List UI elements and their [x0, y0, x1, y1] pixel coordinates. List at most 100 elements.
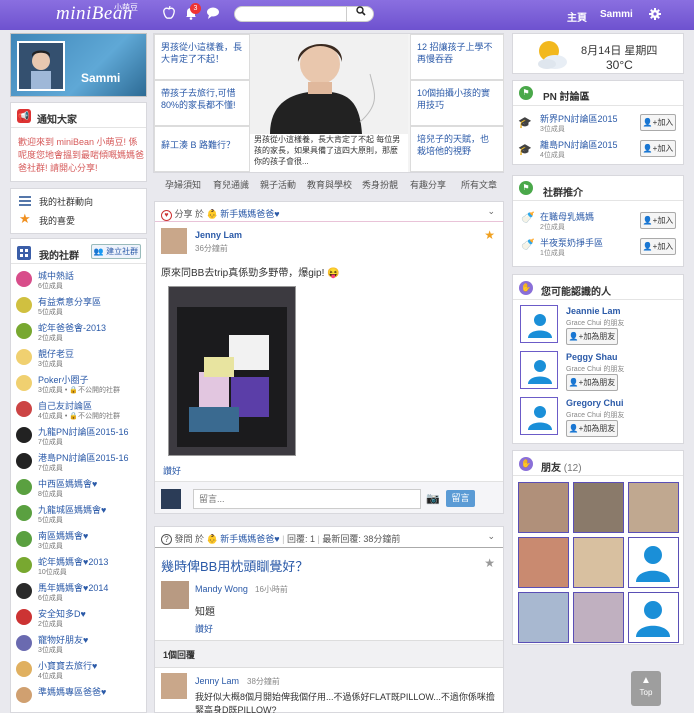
post-card: ♥ 分享 於 👶 新手媽媽爸爸♥ ⌄ Jenny Lam 36分鐘前 ★ 原來同…: [154, 201, 504, 514]
baby-icon: 👶: [206, 534, 218, 544]
chat-bubble-icon[interactable]: [204, 6, 222, 24]
friend-avatar[interactable]: [518, 537, 569, 588]
favorite-star-icon[interactable]: ★: [484, 557, 495, 569]
tab-fun[interactable]: 有趣分享: [410, 178, 446, 191]
group-item[interactable]: 九龍PN討論區2015-16 7位成員: [16, 425, 144, 451]
join-button[interactable]: 👤+加入: [640, 212, 676, 229]
graduation-cap-icon: 🎓: [518, 144, 532, 156]
heart-icon: ♥: [161, 210, 172, 221]
add-friend-button[interactable]: 👤+加為朋友: [566, 328, 618, 345]
post-group-link[interactable]: 新手媽媽爸爸♥: [220, 209, 279, 219]
comment-submit-button[interactable]: 留言: [446, 490, 475, 507]
friend-avatar[interactable]: [518, 482, 569, 533]
post-author[interactable]: Jenny Lam: [195, 230, 242, 240]
person-name[interactable]: Peggy Shau: [566, 352, 618, 362]
like-link[interactable]: 讚好: [163, 464, 181, 477]
friend-avatar[interactable]: [628, 537, 679, 588]
group-meta: 3位成員 • 🔒不公開的社群: [38, 387, 120, 394]
friend-avatar[interactable]: [573, 537, 624, 588]
post-menu-icon[interactable]: ⌄: [487, 206, 495, 217]
my-activity-link[interactable]: 我的社群動向: [39, 195, 93, 208]
group-item[interactable]: 中西區媽媽會♥ 8位成員: [16, 477, 144, 503]
group-item[interactable]: 馬年媽媽會♥2014 6位成員: [16, 581, 144, 607]
post-photo[interactable]: [168, 286, 296, 456]
favorite-star-icon[interactable]: ★: [484, 229, 495, 241]
featured-article[interactable]: 12 招讓孩子上學不再慢吞吞: [410, 34, 504, 80]
join-button[interactable]: 👤+加入: [640, 238, 676, 255]
camera-icon[interactable]: 📷: [426, 492, 440, 505]
comment-input[interactable]: [193, 489, 421, 509]
group-item[interactable]: 九龍城區媽媽會♥ 5位成員: [16, 503, 144, 529]
post-author[interactable]: Mandy Wong: [195, 584, 248, 594]
person-avatar[interactable]: [520, 397, 558, 435]
apple-icon[interactable]: [160, 5, 178, 24]
featured-article[interactable]: 帶孩子去旅行,可惜80%的家長都不懂!: [154, 80, 250, 126]
home-link[interactable]: 主頁: [567, 9, 587, 24]
avatar[interactable]: [17, 41, 65, 91]
my-favorites-link[interactable]: 我的喜愛: [39, 214, 75, 227]
group-item[interactable]: 寵物好朋友♥ 3位成員: [16, 633, 144, 659]
group-item[interactable]: 安全知多D♥ 2位成員: [16, 607, 144, 633]
post-menu-icon[interactable]: ⌄: [487, 531, 495, 542]
add-friend-button[interactable]: 👤+加為朋友: [566, 374, 618, 391]
default-user-icon: [636, 546, 670, 582]
group-name[interactable]: 準媽媽專區爸爸♥: [38, 685, 106, 698]
person-name[interactable]: Gregory Chui: [566, 398, 624, 408]
author-avatar[interactable]: [161, 581, 189, 609]
profile-banner[interactable]: Sammi: [10, 33, 147, 97]
friend-avatar[interactable]: [573, 592, 624, 643]
group-item[interactable]: 有益煮意分享區 5位成員: [16, 295, 144, 321]
tab-beauty[interactable]: 秀身扮靚: [362, 178, 398, 191]
friend-avatar[interactable]: [628, 482, 679, 533]
graduation-cap-icon: 🎓: [518, 117, 532, 129]
friend-avatar[interactable]: [628, 592, 679, 643]
tab-education[interactable]: 教育與學校: [307, 178, 352, 191]
reply-avatar[interactable]: [161, 673, 187, 699]
group-item[interactable]: 靚仔老豆 3位成員: [16, 347, 144, 373]
latest-reply: 最新回覆: 38分鐘前: [322, 534, 401, 544]
featured-article[interactable]: 10個拍攝小孩的實用技巧: [410, 80, 504, 126]
tab-activities[interactable]: 親子活動: [260, 178, 296, 191]
back-to-top-button[interactable]: ▲ Top: [631, 671, 661, 706]
group-item[interactable]: 自己友討論區 4位成員 • 🔒不公開的社群: [16, 399, 144, 425]
add-friend-button[interactable]: 👤+加為朋友: [566, 420, 618, 437]
reply-author[interactable]: Jenny Lam: [195, 676, 239, 686]
group-item[interactable]: 蛇年媽媽會♥2013 10位成員: [16, 555, 144, 581]
like-link[interactable]: 讚好: [195, 622, 213, 635]
tab-parenting[interactable]: 育兒通識: [213, 178, 249, 191]
create-group-button[interactable]: 👥 建立社群: [91, 244, 141, 259]
group-icon: [16, 349, 32, 365]
tab-all[interactable]: 所有文章: [461, 178, 497, 191]
group-item[interactable]: 蛇年爸爸會-2013 2位成員: [16, 321, 144, 347]
user-plus-icon: 👤+: [642, 144, 658, 153]
person-name[interactable]: Jeannie Lam: [566, 306, 621, 316]
featured-hero-image[interactable]: 男孩從小這樣養，長大肯定了不起 每位男孩的家長，如果具備了這四大原則，那麼你的孩…: [250, 34, 408, 172]
join-button[interactable]: 👤+加入: [640, 140, 676, 157]
featured-article[interactable]: 男孩從小這樣養，長大肯定了不起！: [154, 34, 250, 80]
question-title[interactable]: 幾時俾BB用枕頭瞓覺好？: [161, 556, 308, 575]
author-avatar[interactable]: [161, 228, 187, 254]
group-item[interactable]: Poker小圈子 3位成員 • 🔒不公開的社群: [16, 373, 144, 399]
user-menu[interactable]: Sammi: [600, 9, 633, 20]
group-item[interactable]: 城中熱話 6位成員: [16, 269, 144, 295]
post-group-link[interactable]: 新手媽媽爸爸♥: [220, 534, 279, 544]
featured-article[interactable]: 培兒子的天賦，也栽培他的視野: [410, 126, 504, 172]
join-button[interactable]: 👤+加入: [640, 114, 676, 131]
gear-icon[interactable]: [646, 6, 664, 24]
person-avatar[interactable]: [520, 351, 558, 389]
person-avatar[interactable]: [520, 305, 558, 343]
featured-hero-caption: 男孩從小這樣養，長大肯定了不起 每位男孩的家長，如果具備了這四大原則，那麼你的孩…: [254, 135, 401, 166]
friend-avatar[interactable]: [573, 482, 624, 533]
group-item[interactable]: 港島PN討論區2015-16 7位成員: [16, 451, 144, 477]
pn-panel: ⚑ PN 討論區 🎓 新界PN討論區2015 3位成員 👤+加入 🎓 離島PN討…: [512, 80, 684, 165]
person-mutual: Grace Chui 的朋友: [566, 366, 625, 373]
group-item[interactable]: 準媽媽專區爸爸♥: [16, 685, 144, 711]
post-text: 原來同BB去trip真係勁多野帶，爆gip!: [161, 268, 325, 279]
group-meta: 2位成員: [38, 621, 63, 628]
search-button[interactable]: [346, 6, 374, 22]
featured-article[interactable]: 辭工湊 B 路難行？: [154, 126, 250, 172]
group-item[interactable]: 小寶寶去旅行♥ 4位成員: [16, 659, 144, 685]
friend-avatar[interactable]: [518, 592, 569, 643]
tab-pregnancy[interactable]: 孕婦須知: [165, 178, 201, 191]
group-item[interactable]: 南區媽媽會♥ 3位成員: [16, 529, 144, 555]
